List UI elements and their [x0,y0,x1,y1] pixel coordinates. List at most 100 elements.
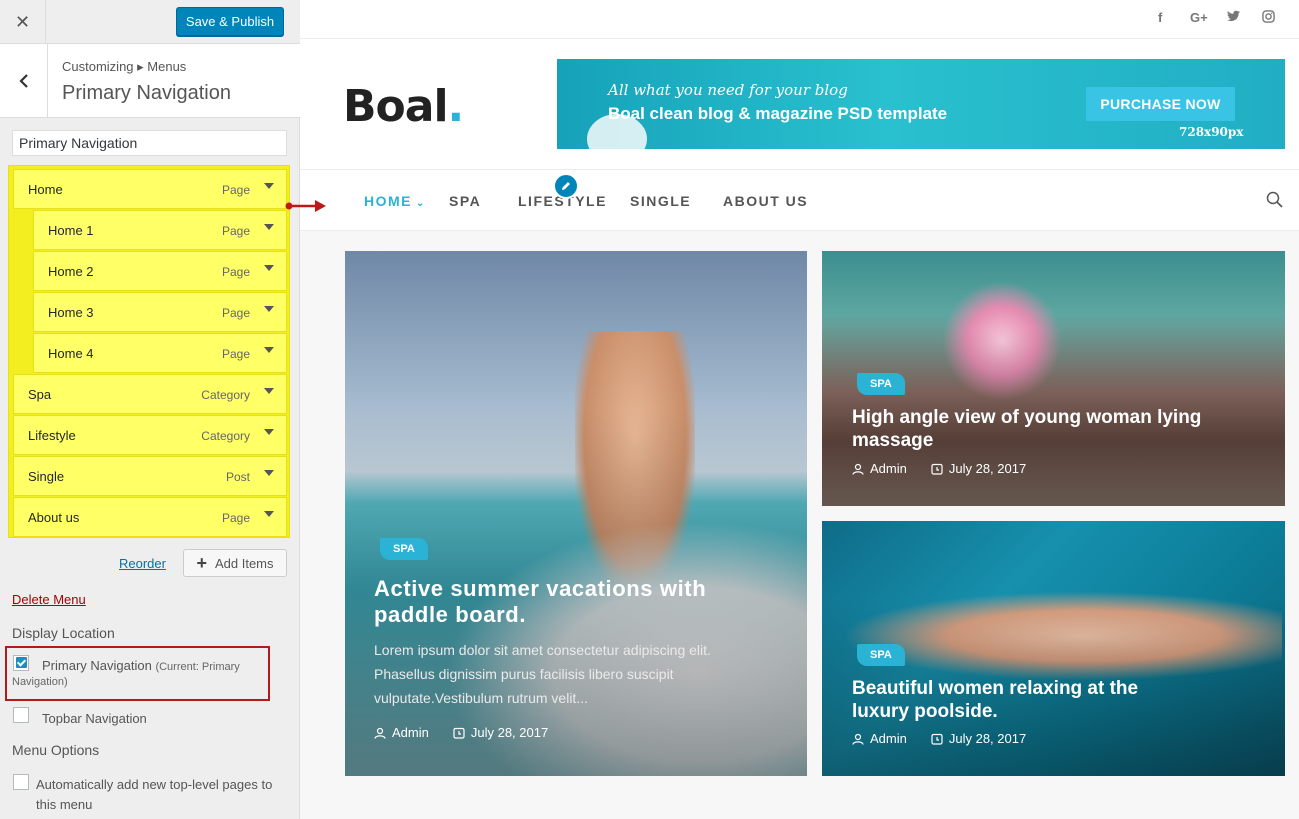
menu-item-lifestyle[interactable]: Lifestyle Category [13,415,287,455]
caret-down-icon[interactable] [264,470,274,476]
save-publish-button[interactable]: Save & Publish [176,7,284,36]
menu-item-type: Page [221,183,250,197]
display-location-heading: Display Location [12,625,115,641]
primary-navigation-label: Primary Navigation (Current: Primary Nav… [12,659,267,689]
user-icon [374,727,386,739]
banner-headline: Boal clean blog & magazine PSD template [608,104,948,123]
clock-icon [931,733,943,745]
search-icon [1266,191,1283,208]
menu-item-label: Home 3 [48,305,94,320]
date-text: July 28, 2017 [470,725,549,740]
menu-name-field[interactable] [12,130,287,156]
site-preview: f G+ Boal. All what you need for your bl… [300,0,1299,819]
logo-dot: . [447,81,465,132]
panel-title: Primary Navigation [62,82,231,104]
menu-item-about-us[interactable]: About us Page [13,497,287,537]
panel-header: Customizing ▸ Menus Primary Navigation [0,44,300,118]
menu-item-home-3[interactable]: Home 3 Page [33,292,287,332]
google-plus-icon[interactable]: G+ [1190,10,1208,25]
add-items-label: Add Items [214,555,274,571]
menu-item-type: Page [221,265,250,279]
post-excerpt: Lorem ipsum dolor sit amet consectetur a… [374,642,711,706]
main-navigation: HOME ⌄ SPA LIFESTYLE SINGLE ABOUT US [300,170,1299,231]
chevron-down-icon: ⌄ [416,198,426,209]
delete-menu-link[interactable]: Delete Menu [12,592,86,607]
annotation-arrow-icon [285,200,326,212]
chevron-left-icon [18,74,28,88]
add-items-button[interactable]: + Add Items [183,549,287,577]
date-text: July 28, 2017 [948,731,1027,746]
author-name: Admin [870,461,907,476]
ad-banner[interactable]: All what you need for your blog Boal cle… [557,59,1285,149]
category-badge[interactable]: SPA [857,644,905,666]
category-badge[interactable]: SPA [380,538,428,560]
menu-item-home-4[interactable]: Home 4 Page [33,333,287,373]
caret-down-icon[interactable] [264,388,274,394]
user-icon [852,463,864,475]
menu-item-type: Category [201,388,250,402]
auto-add-pages-checkbox[interactable] [13,774,29,790]
close-customizer-button[interactable]: ✕ [0,0,46,44]
site-topbar: f G+ [300,0,1299,39]
featured-post-3[interactable]: SPA Beautiful women relaxing at the luxu… [822,521,1285,776]
menu-item-spa[interactable]: Spa Category [13,374,287,414]
post-author[interactable]: Admin [852,731,907,746]
auto-add-pages-label: Automatically add new top-level pages to… [36,777,273,812]
customizer-sidebar: ✕ Save & Publish Customizing ▸ Menus Pri… [0,0,300,819]
search-button[interactable] [1266,191,1283,213]
menu-item-home-2[interactable]: Home 2 Page [33,251,287,291]
twitter-icon[interactable] [1227,10,1240,25]
post-date: July 28, 2017 [931,731,1026,746]
menu-item-label: About us [28,510,80,525]
caret-down-icon[interactable] [264,347,274,353]
nav-about-us[interactable]: ABOUT US [723,193,808,209]
post-title[interactable]: Active summer vacations with paddle boar… [374,576,774,628]
menu-item-type: Page [221,224,250,238]
facebook-icon[interactable]: f [1158,10,1162,25]
menu-items-list: Home Page Home 1 Page Home 2 Page Home 3… [8,165,290,538]
logo-text: Boal [343,81,449,132]
featured-post-2[interactable]: SPA High angle view of young woman lying… [822,251,1285,506]
caret-down-icon[interactable] [264,511,274,517]
menu-item-single[interactable]: Single Post [13,456,287,496]
banner-tagline: All what you need for your blog [608,81,848,99]
post-title[interactable]: Beautiful women relaxing at the luxury p… [852,677,1172,723]
nav-home[interactable]: HOME ⌄ [364,193,426,209]
topbar-navigation-checkbox[interactable] [13,707,29,723]
back-button[interactable] [0,44,48,118]
author-name: Admin [392,725,429,740]
featured-post-1[interactable]: SPA Active summer vacations with paddle … [345,251,807,776]
twitter-glyph [1227,10,1240,22]
edit-menu-shortcut[interactable] [553,173,579,199]
caret-down-icon[interactable] [264,306,274,312]
post-author[interactable]: Admin [852,461,907,476]
menu-options-heading: Menu Options [12,742,100,758]
menu-item-label: Single [28,469,65,484]
menu-item-type: Page [221,347,250,361]
menu-item-label: Home 2 [48,264,94,279]
post-date: July 28, 2017 [453,725,548,740]
clock-icon [931,463,943,475]
caret-down-icon[interactable] [264,265,274,271]
menu-item-home-1[interactable]: Home 1 Page [33,210,287,250]
caret-down-icon[interactable] [264,224,274,230]
topbar-navigation-label: Topbar Navigation [42,711,147,726]
post-meta: Admin July 28, 2017 [852,461,1026,476]
caret-down-icon[interactable] [264,429,274,435]
site-logo[interactable]: Boal. [343,81,465,132]
reorder-link[interactable]: Reorder [119,556,166,571]
post-author[interactable]: Admin [374,725,429,740]
instagram-icon[interactable] [1262,10,1275,26]
purchase-now-button[interactable]: PURCHASE NOW [1086,87,1235,121]
post-meta: Admin July 28, 2017 [852,731,1026,746]
menu-item-home[interactable]: Home Page [13,169,287,209]
caret-down-icon[interactable] [264,183,274,189]
menu-item-label: Home 4 [48,346,94,361]
menu-item-type: Post [225,470,250,484]
nav-single[interactable]: SINGLE [630,193,691,209]
nav-spa[interactable]: SPA [449,193,481,209]
menu-item-type: Page [221,306,250,320]
post-title[interactable]: High angle view of young woman lying mas… [852,406,1212,452]
menu-item-label: Home [28,182,63,197]
category-badge[interactable]: SPA [857,373,905,395]
